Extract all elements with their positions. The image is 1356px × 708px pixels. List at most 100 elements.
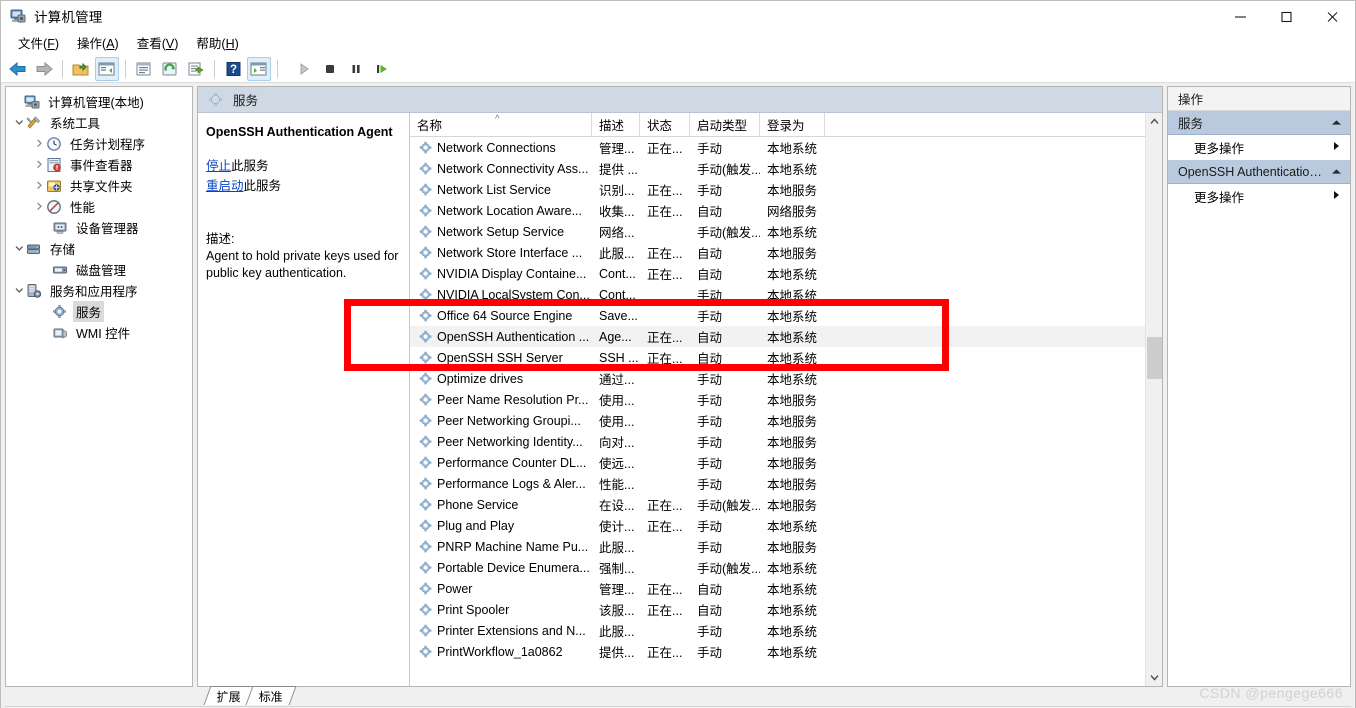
table-row[interactable]: Peer Name Resolution Pr... 使用... 手动 本地服务: [410, 389, 1162, 410]
table-row[interactable]: Office 64 Source Engine Save... 手动 本地系统: [410, 305, 1162, 326]
tree-twisty-expanded[interactable]: [12, 241, 26, 257]
tree-item-shared-folders[interactable]: 共享文件夹: [6, 175, 192, 196]
description-label: 描述:: [206, 232, 235, 246]
chevron-up-icon[interactable]: [1331, 167, 1342, 177]
tree-twisty-expanded[interactable]: [12, 115, 26, 131]
refresh-icon[interactable]: [158, 57, 182, 81]
tree-item-task-scheduler[interactable]: 任务计划程序: [6, 133, 192, 154]
tree-item-storage[interactable]: 存储: [6, 238, 192, 259]
tree-twisty-collapsed[interactable]: [32, 136, 46, 152]
restart-service-icon[interactable]: [370, 57, 394, 81]
table-row[interactable]: PrintWorkflow_1a0862 提供... 正在... 手动 本地系统: [410, 641, 1162, 662]
help-icon[interactable]: ?: [221, 57, 245, 81]
actions-group-services[interactable]: 服务: [1168, 111, 1350, 135]
tree-item-label: WMI 控件: [76, 327, 131, 341]
cell-service-name: Performance Logs & Aler...: [410, 477, 592, 491]
tab-extended-label: 扩展: [216, 689, 241, 704]
services-panel-title: 服务: [233, 94, 259, 108]
column-header-startup-type[interactable]: 启动类型: [690, 113, 760, 136]
start-service-icon[interactable]: [292, 57, 316, 81]
column-header-description[interactable]: 描述: [592, 113, 640, 136]
service-gear-icon: [419, 225, 433, 239]
tree-twisty-expanded[interactable]: [12, 283, 26, 299]
table-row[interactable]: Plug and Play 使计... 正在... 手动 本地系统: [410, 515, 1162, 536]
table-row[interactable]: Optimize drives 通过... 手动 本地系统: [410, 368, 1162, 389]
menu-file-label: 文件: [18, 37, 44, 51]
menu-file[interactable]: 文件(F): [9, 31, 68, 55]
table-row[interactable]: Performance Logs & Aler... 性能... 手动 本地服务: [410, 473, 1162, 494]
stop-service-link[interactable]: 停止: [206, 159, 231, 173]
tree-item-disk-management[interactable]: 磁盘管理: [6, 259, 192, 280]
scroll-up-icon[interactable]: [1146, 113, 1162, 130]
tree-twisty-collapsed[interactable]: [32, 178, 46, 194]
table-row[interactable]: Power 管理... 正在... 自动 本地系统: [410, 578, 1162, 599]
table-row[interactable]: Portable Device Enumera... 强制... 手动(触发... 本…: [410, 557, 1162, 578]
cell-service-name: Plug and Play: [410, 519, 592, 533]
table-row[interactable]: OpenSSH SSH Server SSH ... 正在... 自动 本地系统: [410, 347, 1162, 368]
tree-item-computer-management[interactable]: 计算机管理(本地): [6, 91, 192, 112]
back-icon[interactable]: [6, 57, 30, 81]
cell-description: 提供 ...: [599, 163, 638, 177]
table-row[interactable]: Network Connections 管理... 正在... 手动 本地系统: [410, 137, 1162, 158]
show-hide-tree-icon[interactable]: [95, 56, 119, 81]
table-row[interactable]: OpenSSH Authentication ... Age... 正在... 自动 本…: [410, 326, 1162, 347]
tree-item-services[interactable]: 服务: [6, 301, 192, 322]
tab-standard[interactable]: 标准: [245, 686, 297, 705]
cell-logon-as: 本地系统: [767, 520, 818, 534]
table-row[interactable]: NVIDIA Display Containe... Cont... 正在... 自动…: [410, 263, 1162, 284]
table-row[interactable]: Network Location Aware... 收集... 正在... 自动 网络服…: [410, 200, 1162, 221]
table-row[interactable]: Peer Networking Identity... 向对... 手动 本地服务: [410, 431, 1162, 452]
actions-item-more-actions-openssh[interactable]: 更多操作: [1168, 184, 1350, 209]
service-gear-icon: [419, 582, 433, 596]
tree-twisty-collapsed[interactable]: [32, 199, 46, 215]
pause-service-icon[interactable]: [344, 57, 368, 81]
up-folder-icon[interactable]: [69, 57, 93, 81]
table-row[interactable]: NVIDIA LocalSystem Con... Cont... 手动 本地系统: [410, 284, 1162, 305]
tree-item-performance[interactable]: 性能: [6, 196, 192, 217]
services-list-scrollbar[interactable]: [1145, 113, 1162, 686]
table-row[interactable]: Phone Service 在设... 正在... 手动(触发... 本地服务: [410, 494, 1162, 515]
tree-item-event-viewer[interactable]: 事件查看器: [6, 154, 192, 175]
tree-item-device-manager[interactable]: 设备管理器: [6, 217, 192, 238]
table-row[interactable]: Print Spooler 该服... 正在... 自动 本地系统: [410, 599, 1162, 620]
tree-twisty-collapsed[interactable]: [32, 157, 46, 173]
window-title: 计算机管理: [34, 10, 103, 25]
table-row[interactable]: Printer Extensions and N... 此服... 手动 本地系统: [410, 620, 1162, 641]
cell-service-name: Network List Service: [410, 183, 592, 197]
export-list-icon[interactable]: [184, 57, 208, 81]
show-action-pane-icon[interactable]: [247, 56, 271, 81]
table-row[interactable]: Network List Service 识别... 正在... 手动 本地服务: [410, 179, 1162, 200]
close-button[interactable]: [1309, 1, 1355, 31]
table-row[interactable]: Network Connectivity Ass... 提供 ... 手动(触发..…: [410, 158, 1162, 179]
chevron-up-icon[interactable]: [1331, 118, 1342, 128]
maximize-button[interactable]: [1263, 1, 1309, 31]
tree-item-services-and-applications[interactable]: 服务和应用程序: [6, 280, 192, 301]
menu-view[interactable]: 查看(V): [128, 31, 188, 55]
column-header-name[interactable]: 名称 ^: [410, 113, 592, 136]
forward-icon[interactable]: [32, 57, 56, 81]
stop-service-link-row: 停止此服务: [206, 156, 399, 176]
table-row[interactable]: PNRP Machine Name Pu... 此服... 手动 本地服务: [410, 536, 1162, 557]
menu-action[interactable]: 操作(A): [68, 31, 128, 55]
column-header-status-label: 状态: [647, 119, 673, 133]
cell-startup-type: 手动: [697, 184, 723, 198]
cell-description: 使用...: [599, 394, 635, 408]
minimize-button[interactable]: [1217, 1, 1263, 31]
menu-help[interactable]: 帮助(H): [187, 31, 247, 55]
title-bar: 计算机管理: [1, 1, 1355, 31]
table-row[interactable]: Peer Networking Groupi... 使用... 手动 本地服务: [410, 410, 1162, 431]
column-header-logon-as[interactable]: 登录为: [760, 113, 825, 136]
tree-item-wmi-control[interactable]: WMI 控件: [6, 322, 192, 343]
tree-item-system-tools[interactable]: 系统工具: [6, 112, 192, 133]
cell-status: 正在...: [647, 499, 683, 513]
stop-service-icon[interactable]: [318, 57, 342, 81]
column-header-status[interactable]: 状态: [640, 113, 690, 136]
actions-item-more-actions-services[interactable]: 更多操作: [1168, 135, 1350, 160]
actions-group-openssh-authentication-agent[interactable]: OpenSSH Authentication ...: [1168, 160, 1350, 184]
scrollbar-thumb[interactable]: [1147, 337, 1162, 379]
properties-icon[interactable]: [132, 57, 156, 81]
restart-service-link[interactable]: 重启动: [206, 179, 244, 193]
table-row[interactable]: Network Store Interface ... 此服... 正在... 自动 本…: [410, 242, 1162, 263]
table-row[interactable]: Performance Counter DL... 使远... 手动 本地服务: [410, 452, 1162, 473]
table-row[interactable]: Network Setup Service 网络... 手动(触发... 本地系统: [410, 221, 1162, 242]
